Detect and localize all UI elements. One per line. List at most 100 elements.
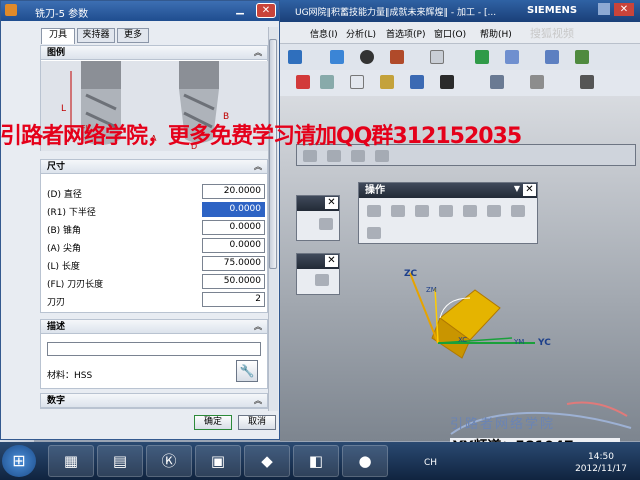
simulate-icon[interactable] — [463, 205, 477, 217]
list-icon[interactable] — [415, 205, 429, 217]
point-icon[interactable] — [410, 75, 424, 89]
field-taper-angle: (B) 锥角 0.0000 — [47, 220, 265, 236]
description-section-header[interactable]: 描述 ︽ — [41, 320, 267, 334]
tab-tool[interactable]: 刀具 — [41, 28, 75, 44]
close-icon[interactable]: ✕ — [325, 197, 338, 209]
palette-small-1: ✕ — [296, 195, 340, 241]
tab-more[interactable]: 更多 — [117, 28, 149, 43]
length-input[interactable]: 75.0000 — [202, 256, 265, 271]
field-length: (L) 长度 75.0000 — [47, 256, 265, 272]
snap-icon[interactable] — [380, 75, 394, 89]
arc-icon[interactable] — [580, 75, 594, 89]
op-icon[interactable] — [303, 150, 317, 162]
nx-toolbar-selection — [280, 70, 640, 96]
op-icon[interactable] — [375, 150, 389, 162]
field-lower-radius: (R1) 下半径 0.0000 — [47, 202, 265, 218]
layer-icon[interactable] — [505, 50, 519, 64]
postprocess-icon[interactable] — [487, 205, 501, 217]
rect-select-icon[interactable] — [350, 75, 364, 89]
tray-clock[interactable]: 14:50 2012/11/17 — [565, 451, 637, 475]
stamp-title: 引路者网络学院 — [450, 417, 556, 432]
cancel-button[interactable]: 取消 — [238, 415, 276, 430]
field-tip-angle: (A) 尖角 0.0000 — [47, 238, 265, 254]
diameter-input[interactable]: 20.0000 — [202, 184, 265, 199]
menu-analysis[interactable]: 分析(L) — [346, 27, 376, 40]
taskbar-folder-icon[interactable]: ▤ — [97, 445, 143, 477]
figure-section-header[interactable]: 图例 ︽ — [41, 46, 267, 60]
shade-icon[interactable] — [360, 50, 374, 64]
scroll-thumb[interactable] — [269, 39, 277, 269]
tab-holder[interactable]: 夹持器 — [77, 28, 115, 43]
start-button[interactable]: ⊞ — [2, 445, 36, 477]
grid-icon[interactable] — [430, 50, 444, 64]
wcs-triad: ZC ZM YM YC XC — [404, 269, 551, 359]
lower-radius-input[interactable]: 0.0000 — [202, 202, 265, 217]
taskbar-ppt-icon[interactable]: ◧ — [293, 445, 339, 477]
menu-window[interactable]: 窗口(O) — [434, 27, 466, 40]
close-icon[interactable]: ✕ — [325, 255, 338, 267]
menu-preferences[interactable]: 首选项(P) — [386, 27, 425, 40]
dimensions-section-header[interactable]: 尺寸 ︽ — [41, 160, 267, 174]
search-logo: 搜狐视频 — [530, 27, 574, 40]
zm-label: ZM — [426, 286, 437, 294]
ball-icon[interactable] — [288, 50, 302, 64]
taskbar-k-icon[interactable]: Ⓚ — [146, 445, 192, 477]
description-section: 描述 ︽ 材料：HSS 🔧 — [40, 319, 268, 389]
menu-info[interactable]: 信息(I) — [310, 27, 338, 40]
numbering-section-header[interactable]: 数字 ︽ — [41, 394, 267, 408]
generate-icon[interactable] — [367, 205, 381, 217]
siemens-brand: SIEMENS — [527, 5, 578, 16]
view-icon[interactable] — [475, 50, 489, 64]
taskbar-camera-icon[interactable]: ● — [342, 445, 388, 477]
watermark-banner: 引路者网络学院，更多免费学习请加QQ群312152035 — [0, 124, 522, 149]
op-icon[interactable] — [351, 150, 365, 162]
verify-icon[interactable] — [439, 205, 453, 217]
taskbar-nx-icon[interactable]: ◆ — [244, 445, 290, 477]
minimize-icon[interactable]: ▁ — [231, 4, 249, 17]
field-flute-length: (FL) 刀刃长度 50.0000 — [47, 274, 265, 290]
field-flutes: 刀刃 2 — [47, 292, 265, 308]
palette-small-2: ✕ — [296, 253, 340, 295]
dropdown-icon[interactable]: ▼ — [514, 184, 520, 193]
render-icon[interactable] — [390, 50, 404, 64]
operation-palette: 操作 ▼ ✕ — [358, 182, 538, 244]
output-icon[interactable] — [367, 227, 381, 239]
menu-help[interactable]: 帮助(H) — [480, 27, 512, 40]
tangent-icon[interactable] — [530, 75, 544, 89]
select-icon[interactable] — [296, 75, 310, 89]
shopdoc-icon[interactable] — [511, 205, 525, 217]
app-icon — [5, 4, 17, 16]
tool-parameter-dialog: 铣刀-5 参数 ▁ ✕ 刀具 夹持器 更多 图例 ︽ L FL B D A 尺寸 ︽… — [0, 0, 280, 440]
op-icon[interactable] — [315, 274, 329, 286]
wrench-icon[interactable]: 🔧 — [236, 360, 258, 382]
zc-label: ZC — [404, 269, 418, 279]
dialog-close-icon[interactable]: ✕ — [256, 3, 276, 18]
numbering-section: 数字 ︽ — [40, 393, 268, 409]
ok-button[interactable]: 确定 — [194, 415, 232, 430]
nx-close-icon[interactable]: ✕ — [614, 3, 634, 16]
tip-angle-input[interactable]: 0.0000 — [202, 238, 265, 253]
op-icon[interactable] — [319, 218, 333, 230]
replay-icon[interactable] — [391, 205, 405, 217]
taskbar-windows-icon[interactable]: ▦ — [48, 445, 94, 477]
taper-angle-input[interactable]: 0.0000 — [202, 220, 265, 235]
material-label: 材料：HSS — [47, 371, 93, 381]
flute-length-input[interactable]: 50.0000 — [202, 274, 265, 289]
input-language[interactable]: CH — [424, 458, 437, 468]
op-icon[interactable] — [327, 150, 341, 162]
taskbar-app-icon[interactable]: ▣ — [195, 445, 241, 477]
ym-label: YM — [513, 338, 524, 346]
close-icon[interactable]: ✕ — [523, 184, 536, 196]
dialog-title-bar[interactable]: 铣刀-5 参数 ▁ ✕ — [1, 1, 279, 21]
description-input[interactable] — [47, 342, 261, 356]
filter-icon[interactable] — [320, 75, 334, 89]
xc-label: XC — [458, 336, 467, 344]
field-diameter: (D) 直径 20.0000 — [47, 184, 265, 200]
minimize-icon[interactable] — [598, 3, 610, 15]
wcs-icon[interactable] — [575, 50, 589, 64]
quadrant-icon[interactable] — [490, 75, 504, 89]
table-icon[interactable] — [545, 50, 559, 64]
flutes-input[interactable]: 2 — [202, 292, 265, 307]
center-icon[interactable] — [440, 75, 454, 89]
cube-icon[interactable] — [330, 50, 344, 64]
